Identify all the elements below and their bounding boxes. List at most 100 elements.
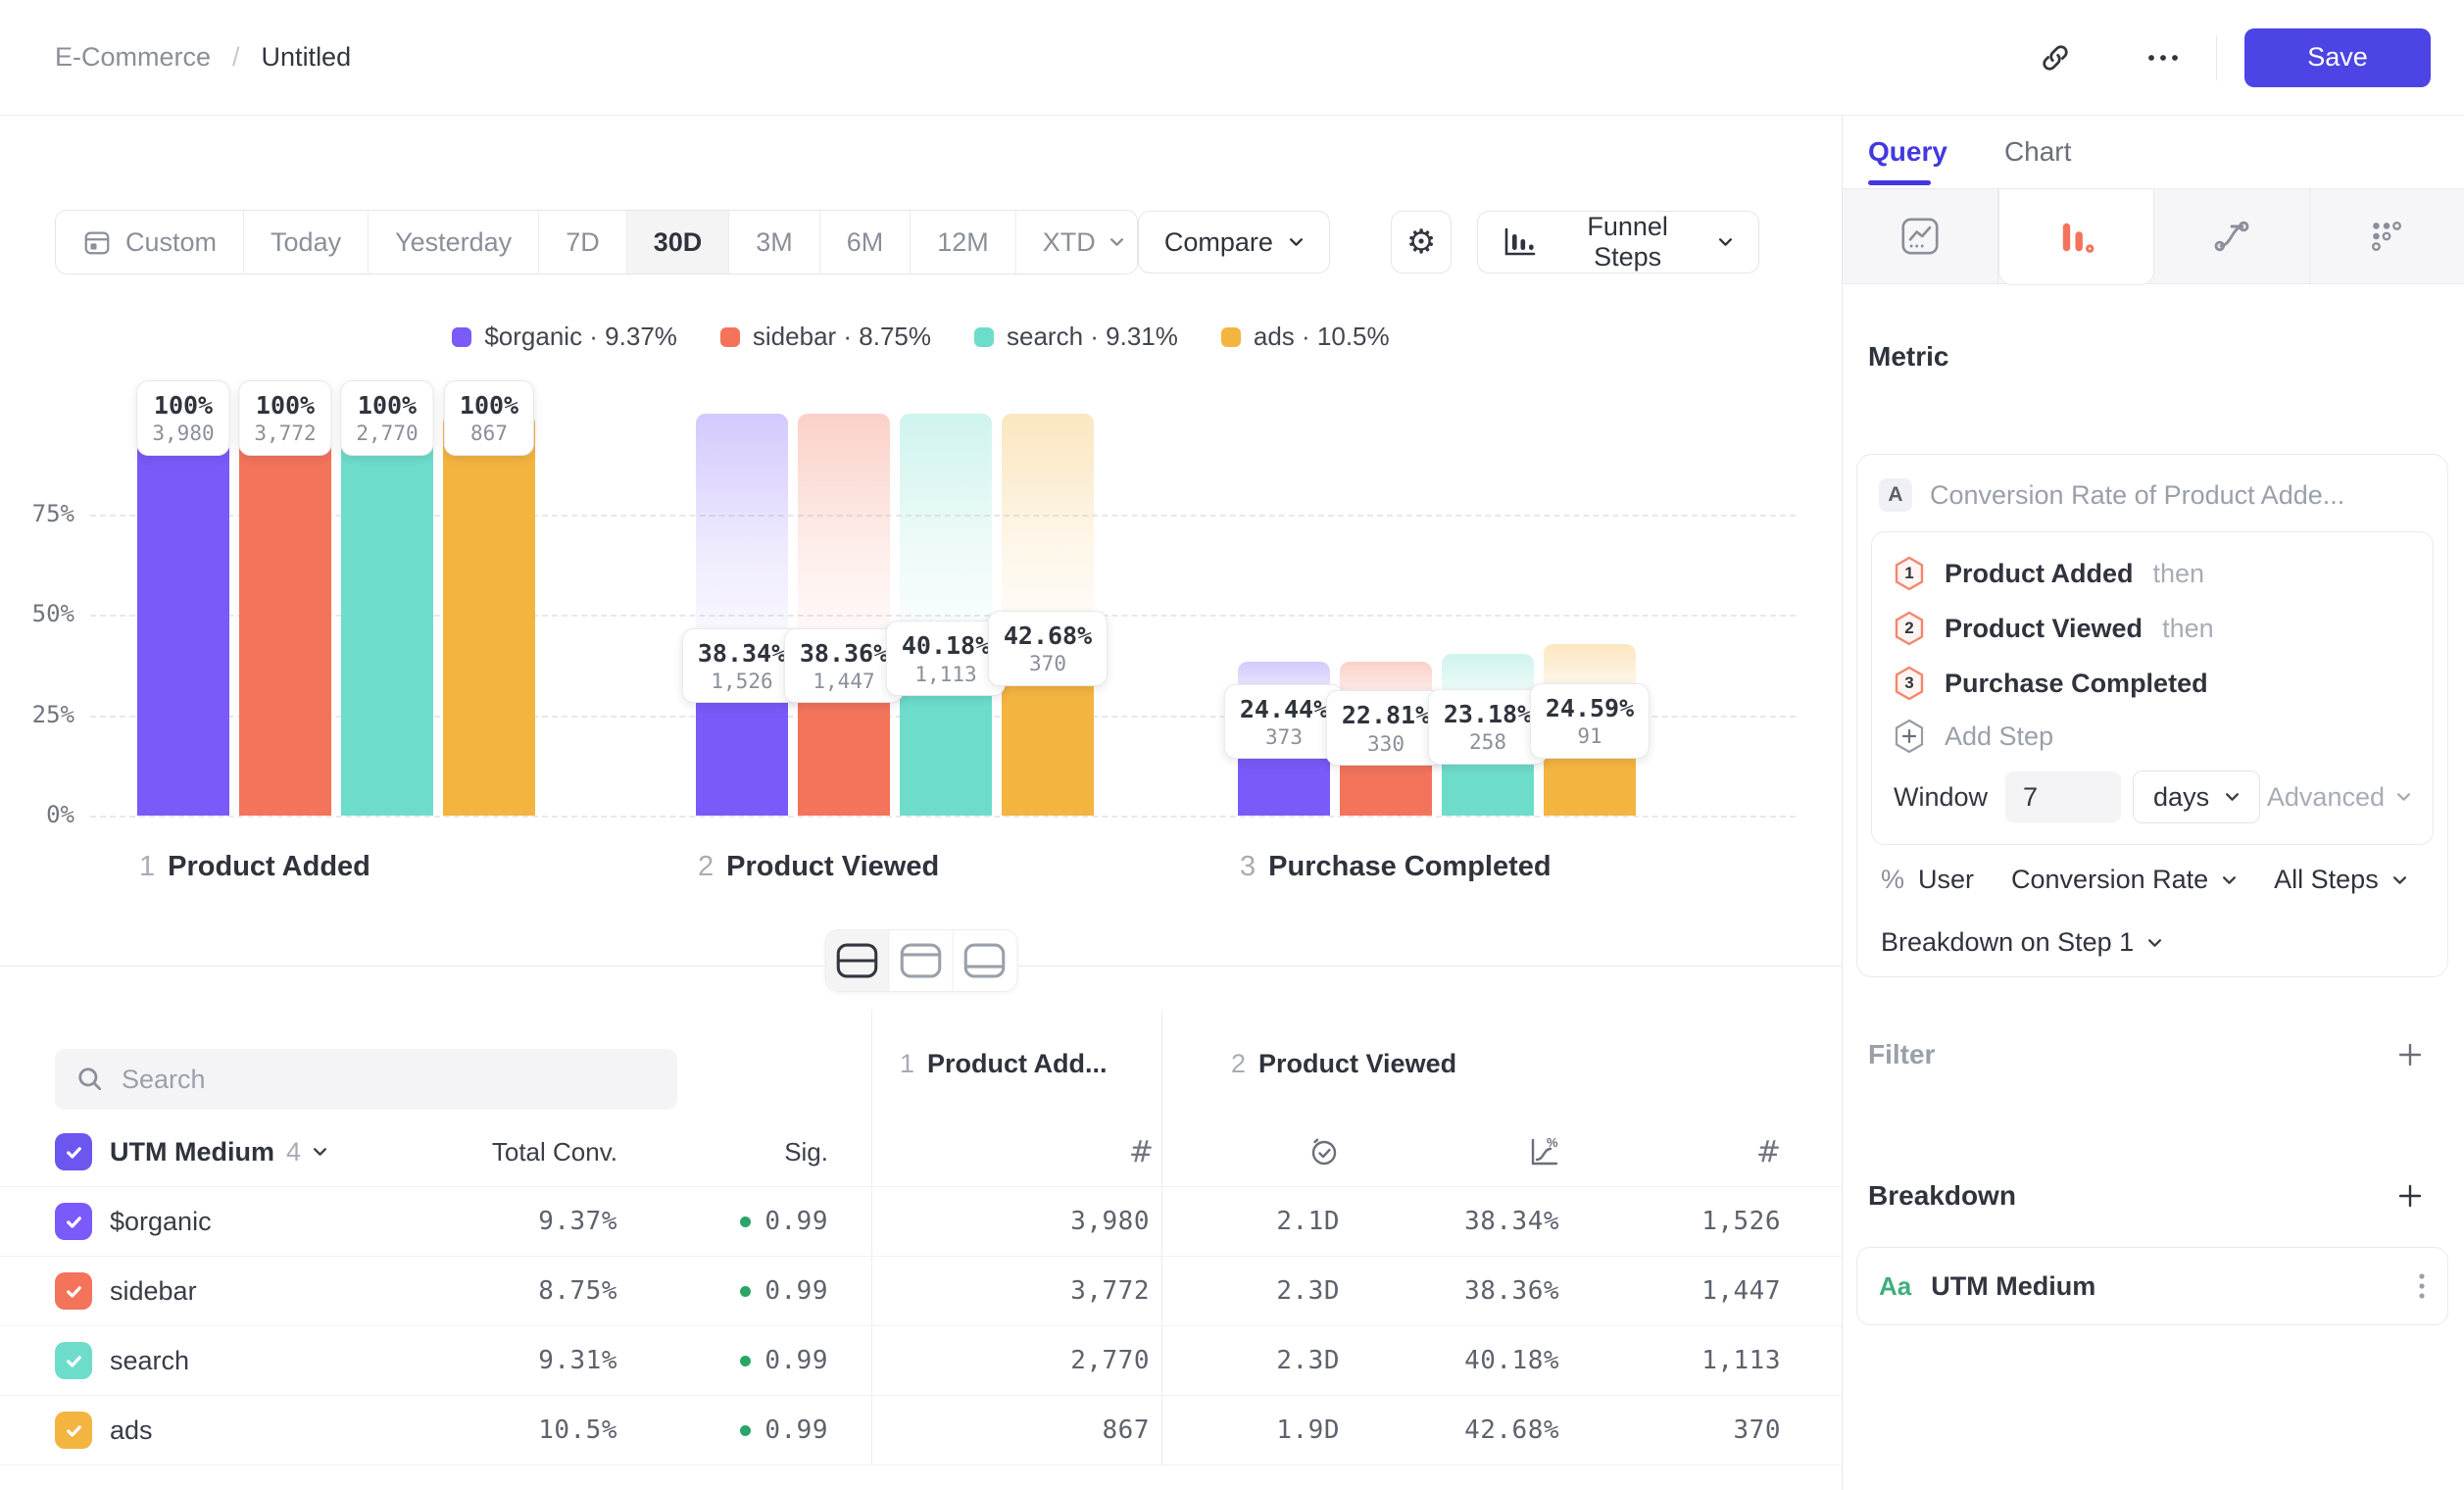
save-button[interactable]: Save	[2244, 28, 2431, 87]
legend-item-sidebar[interactable]: sidebar · 8.75%	[720, 322, 931, 352]
tab-line-chart[interactable]	[1843, 189, 1998, 283]
bar-search-step2[interactable]: 40.18%1,113	[900, 414, 992, 816]
row-checkbox[interactable]	[55, 1342, 92, 1379]
bar-search-step3[interactable]: 23.18%258	[1442, 414, 1534, 816]
compare-button[interactable]: Compare	[1138, 211, 1330, 273]
layout-bottom-button[interactable]	[953, 930, 1016, 991]
total-conv-header[interactable]: Total Conv.	[492, 1137, 625, 1167]
advanced-toggle[interactable]: Advanced	[2267, 782, 2411, 813]
bar-ads-step3[interactable]: 24.59%91	[1544, 414, 1636, 816]
date-range-6m[interactable]: 6M	[820, 211, 912, 273]
solid-bar	[137, 414, 229, 816]
bar-value-badge: 100%3,772	[238, 380, 331, 456]
tab-flow-chart[interactable]	[2154, 189, 2310, 283]
more-options-button[interactable]	[2136, 30, 2191, 85]
tab-chart[interactable]: Chart	[2004, 116, 2071, 188]
date-range-xtd[interactable]: XTD	[1016, 211, 1138, 273]
bar-organic-step3[interactable]: 24.44%373	[1238, 414, 1330, 816]
window-unit-select[interactable]: days	[2133, 770, 2260, 823]
measure-metric[interactable]: Conversion Rate	[2011, 865, 2208, 895]
breadcrumb-current[interactable]: Untitled	[262, 42, 352, 73]
date-range-today[interactable]: Today	[244, 211, 369, 273]
add-breakdown-button[interactable]	[2395, 1181, 2425, 1211]
bar-sidebar-step3[interactable]: 22.81%330	[1340, 414, 1432, 816]
row-step1-count: 2,770	[871, 1326, 1161, 1395]
table-row-sidebar: sidebar 8.75% 0.99 3,772 2.3D 38.36% 1,4…	[0, 1256, 1842, 1325]
add-filter-button[interactable]	[2395, 1040, 2425, 1069]
share-link-button[interactable]	[2028, 30, 2083, 85]
chart-type-strip	[1843, 188, 2464, 284]
y-axis-tick: 75%	[0, 500, 74, 527]
layout-top-button[interactable]	[889, 930, 953, 991]
row-step1-count: 3,772	[871, 1257, 1161, 1325]
legend-item-organic[interactable]: $organic · 9.37%	[452, 322, 677, 352]
metric-head[interactable]: A Conversion Rate of Product Adde...	[1857, 455, 2447, 512]
breakdown-label: Breakdown	[1868, 1180, 2016, 1212]
bar-search-step1[interactable]: 100%2,770	[341, 414, 433, 816]
legend-item-search[interactable]: search · 9.31%	[974, 322, 1178, 352]
group-by-header[interactable]: UTM Medium 4	[110, 1137, 478, 1167]
count-icon: #	[1129, 1135, 1154, 1169]
query-step-2[interactable]: 2 Product Viewed then	[1894, 601, 2411, 656]
breakdown-on-step[interactable]: Breakdown on Step 1	[1881, 927, 2162, 958]
step2-time-col-header[interactable]	[1161, 1118, 1348, 1186]
chevron-down-icon	[1718, 237, 1733, 247]
chart-settings-button[interactable]: ⚙	[1391, 211, 1452, 273]
bar-organic-step2[interactable]: 38.34%1,526	[696, 414, 788, 816]
date-range-7d[interactable]: 7D	[539, 211, 627, 273]
chevron-down-icon	[2396, 792, 2411, 802]
step1-count-col-header[interactable]: #	[871, 1118, 1161, 1186]
date-range-3m[interactable]: 3M	[729, 211, 820, 273]
query-step-1[interactable]: 1 Product Added then	[1894, 546, 2411, 601]
chevron-down-icon	[1109, 237, 1124, 247]
row-step2-count: 1,113	[1701, 1346, 1789, 1375]
measure-entity[interactable]: User	[1918, 865, 1974, 895]
row-checkbox[interactable]	[55, 1272, 92, 1310]
date-range-30d[interactable]: 30D	[627, 211, 730, 273]
breakdown-item[interactable]: Aa UTM Medium	[1856, 1247, 2448, 1325]
row-name: sidebar	[110, 1276, 478, 1307]
metric-letter-badge: A	[1879, 478, 1912, 512]
compare-label: Compare	[1164, 227, 1273, 258]
sig-dot	[740, 1425, 751, 1436]
solid-bar	[443, 414, 535, 816]
bar-sidebar-step1[interactable]: 100%3,772	[239, 414, 331, 816]
date-range-12m[interactable]: 12M	[911, 211, 1016, 273]
step2-count-col-header[interactable]: #	[1756, 1135, 1789, 1169]
row-checkbox[interactable]	[55, 1412, 92, 1449]
ghost-bar	[1002, 414, 1094, 644]
bar-sidebar-step2[interactable]: 38.36%1,447	[798, 414, 890, 816]
breadcrumb-parent[interactable]: E-Commerce	[55, 42, 211, 73]
bar-organic-step1[interactable]: 100%3,980	[137, 414, 229, 816]
bar-ads-step1[interactable]: 100%867	[443, 414, 535, 816]
date-range-yesterday[interactable]: Yesterday	[369, 211, 539, 273]
search-field[interactable]	[120, 1064, 656, 1096]
select-all-checkbox[interactable]	[55, 1133, 92, 1170]
breakdown-item-menu-button[interactable]	[2418, 1271, 2426, 1301]
window-label: Window	[1894, 782, 1988, 813]
row-checkbox[interactable]	[55, 1203, 92, 1240]
tab-retention-chart[interactable]	[2310, 189, 2464, 283]
step2-conv-col-header[interactable]: %	[1528, 1136, 1567, 1167]
window-value-input[interactable]	[2005, 771, 2121, 822]
ghost-bar	[900, 414, 992, 654]
layout-split-button[interactable]	[825, 930, 889, 991]
legend-item-ads[interactable]: ads · 10.5%	[1221, 322, 1390, 352]
bar-ads-step2[interactable]: 42.68%370	[1002, 414, 1094, 816]
gear-icon: ⚙	[1406, 225, 1436, 259]
row-total-conv: 8.75%	[538, 1276, 625, 1306]
search-input[interactable]	[55, 1049, 677, 1110]
link-icon	[2039, 41, 2072, 74]
tab-funnel-chart[interactable]	[1998, 189, 2155, 285]
chart-type-button[interactable]: Funnel Steps	[1477, 211, 1759, 273]
sig-header[interactable]: Sig.	[784, 1137, 836, 1167]
date-range-custom[interactable]: Custom	[56, 211, 244, 273]
legend-swatch	[452, 327, 471, 347]
tab-query[interactable]: Query	[1868, 116, 1947, 188]
add-step-button[interactable]: Add Step	[1894, 711, 2411, 762]
row-sig: 0.99	[740, 1346, 836, 1375]
measure-scope[interactable]: All Steps	[2274, 865, 2379, 895]
plus-icon	[2395, 1040, 2425, 1069]
measure-row: % User Conversion Rate All Steps	[1881, 865, 2424, 895]
query-step-3[interactable]: 3 Purchase Completed	[1894, 656, 2411, 711]
